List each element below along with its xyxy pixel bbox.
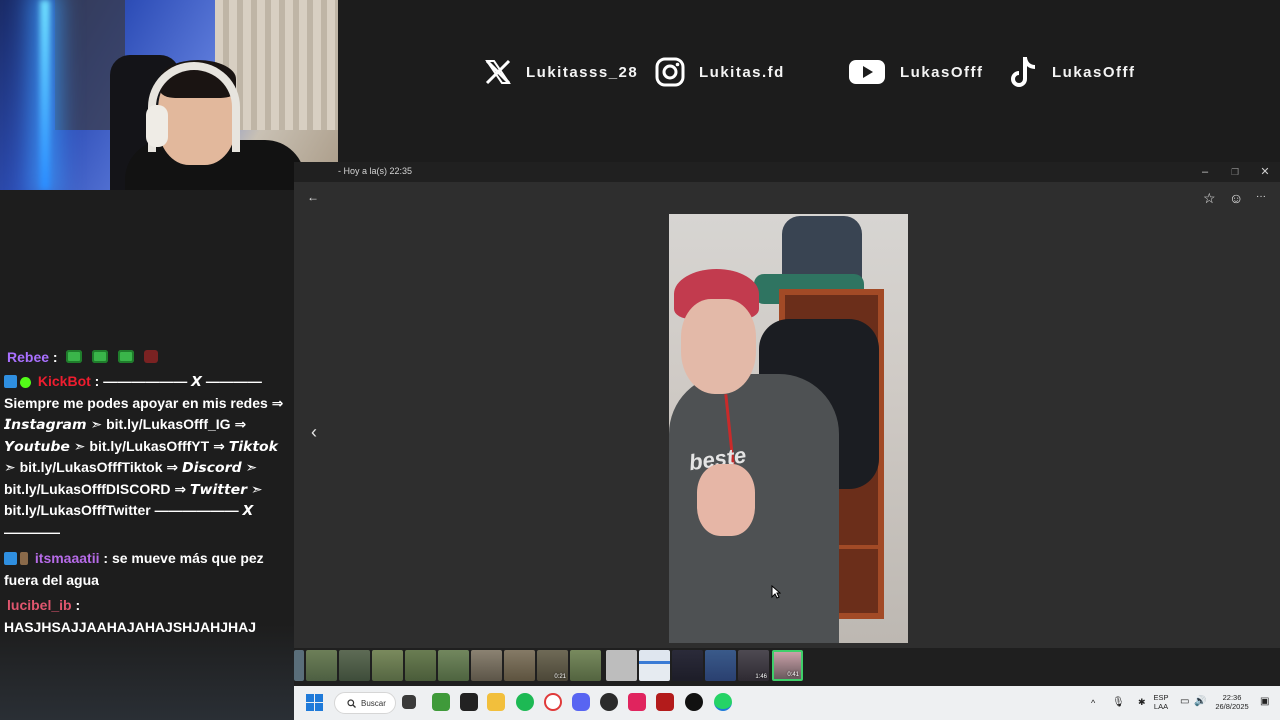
emote-icon (92, 350, 109, 363)
social-instagram-handle: Lukitas.fd (699, 63, 785, 81)
thumbnail[interactable] (570, 650, 601, 681)
thumbnail[interactable]: 1:46 (738, 650, 769, 681)
clock[interactable]: 22:36 26/8/2025 (1212, 693, 1252, 711)
video-frame[interactable]: beste (669, 214, 908, 643)
duration-badge: 1:46 (755, 674, 767, 680)
youtube-icon (849, 60, 885, 84)
tiktok-icon (1011, 57, 1036, 87)
social-handles-banner: Lukitasss_28 Lukitas.fd LukasOfff LukasO… (480, 52, 1160, 92)
microphone-icon[interactable]: 🎙 (1112, 698, 1125, 708)
back-button[interactable]: ← (307, 190, 319, 204)
chat-username: KickBot (37, 373, 91, 389)
search-label: Buscar (361, 698, 386, 708)
media-app-icon[interactable] (628, 693, 646, 711)
x-logo-icon (485, 59, 511, 85)
mouse-cursor-icon (771, 585, 781, 599)
social-tiktok: LukasOfff (1010, 52, 1136, 92)
thumbnail[interactable] (405, 650, 436, 681)
thumbnail[interactable] (372, 650, 403, 681)
filmstrip: 0:21 1:46 0:41 (294, 648, 1280, 686)
instagram-icon (655, 57, 685, 87)
thumbnail[interactable] (306, 650, 337, 681)
social-tiktok-handle: LukasOfff (1052, 63, 1136, 81)
social-x: Lukitasss_28 (484, 52, 638, 92)
tiktok-app-icon[interactable] (685, 693, 703, 711)
social-youtube-handle: LukasOfff (900, 63, 984, 81)
chat-panel: Rebee : KickBot : —————— 𝙓 ———— Siempre … (0, 190, 294, 720)
social-instagram: Lukitas.fd (655, 52, 785, 92)
chat-message: Rebee : (4, 347, 290, 369)
thumbnail[interactable] (606, 650, 637, 681)
clock-time: 22:36 (1222, 693, 1242, 702)
duration-badge: 0:21 (554, 674, 566, 680)
bluetooth-icon[interactable]: ✱ (1138, 698, 1146, 707)
thumbnail[interactable] (639, 650, 670, 681)
photos-window: - Hoy a la(s) 22:35 – ❐ ✕ ← ☆ ☺ ··· ‹ be… (294, 162, 1280, 686)
chat-username: itsmaaatii (34, 550, 100, 566)
windows-start-icon[interactable] (306, 694, 323, 711)
language-code: ESP (1153, 693, 1169, 702)
favorite-icon[interactable]: ☆ (1203, 190, 1216, 207)
taskbar-search[interactable]: Buscar (334, 692, 396, 714)
emote-icon (118, 350, 135, 363)
chat-username: Rebee (7, 349, 50, 365)
chat-message-text: HASJHSAJJAAHAJAHAJSHJAHJHAJ (4, 618, 257, 635)
minimize-button[interactable]: – (1193, 164, 1217, 180)
file-explorer-icon[interactable] (487, 693, 505, 711)
reaction-icon[interactable]: ☺ (1229, 190, 1243, 206)
window-title: - Hoy a la(s) 22:35 (338, 166, 413, 176)
thumbnail[interactable] (471, 650, 502, 681)
moderator-badge-icon (4, 375, 17, 388)
thumbnail[interactable] (705, 650, 736, 681)
obs-icon[interactable] (600, 693, 618, 711)
emote-icon (66, 350, 83, 363)
thumbnail[interactable] (294, 650, 304, 681)
moderator-badge-icon (4, 552, 17, 565)
thumbnail[interactable] (339, 650, 370, 681)
social-x-handle: Lukitasss_28 (526, 63, 639, 81)
layout-code: LAA (1153, 702, 1169, 711)
thumbnail[interactable]: 0:21 (537, 650, 568, 681)
volume-icon[interactable]: 🔊 (1194, 697, 1206, 707)
tray-overflow-icon[interactable]: ^ (1091, 699, 1095, 708)
notification-icon[interactable]: ▣ (1260, 697, 1269, 707)
sticky-app-icon[interactable] (460, 693, 478, 711)
clock-date: 26/8/2025 (1215, 702, 1249, 711)
webcam-feed (0, 0, 338, 190)
emote-icon (144, 350, 159, 363)
opera-icon[interactable] (544, 693, 562, 711)
chat-message: lucibel_ib : HASJHSAJJAAHAJAHAJSHJAHJHAJ (4, 597, 257, 635)
duration-badge: 0:41 (787, 672, 799, 678)
window-titlebar[interactable]: - Hoy a la(s) 22:35 – ❐ ✕ (294, 162, 1280, 182)
gift-badge-icon (20, 552, 28, 565)
restore-button[interactable]: ❐ (1223, 164, 1247, 180)
chat-message-text: —————— 𝙓 ———— Siempre me podes apoyar en… (4, 373, 284, 540)
thumbnail[interactable] (438, 650, 469, 681)
social-youtube: LukasOfff (848, 52, 984, 92)
taskbar: Buscar ^ 🎙 ✱ ESP LAA ▭ 🔊 22:36 26/8/2025 ▣ (294, 686, 1280, 720)
stream-layout: Lukitasss_28 Lukitas.fd LukasOfff LukasO… (0, 0, 1280, 720)
spotify-icon[interactable] (516, 693, 534, 711)
chat-message: KickBot : —————— 𝙓 ———— Siempre me podes… (4, 373, 284, 540)
voicemeeter-icon[interactable] (656, 693, 674, 711)
previous-image-button[interactable]: ‹ (311, 422, 317, 443)
thumbnail[interactable] (504, 650, 535, 681)
minecraft-icon[interactable] (432, 693, 450, 711)
whatsapp-icon[interactable] (714, 693, 732, 711)
discord-icon[interactable] (572, 693, 590, 711)
thumbnail-selected[interactable]: 0:41 (772, 650, 803, 681)
chat-message: itsmaaatii : se mueve más que pez fuera … (4, 550, 264, 588)
task-view-icon[interactable] (402, 695, 416, 709)
close-button[interactable]: ✕ (1253, 164, 1277, 180)
chat-username: lucibel_ib (7, 597, 72, 613)
language-indicator[interactable]: ESP LAA (1152, 693, 1170, 711)
more-options-icon[interactable]: ··· (1256, 191, 1266, 202)
thumbnail[interactable] (672, 650, 703, 681)
search-icon (347, 698, 356, 708)
network-icon[interactable]: ▭ (1180, 697, 1189, 707)
verified-badge-icon (20, 377, 31, 388)
